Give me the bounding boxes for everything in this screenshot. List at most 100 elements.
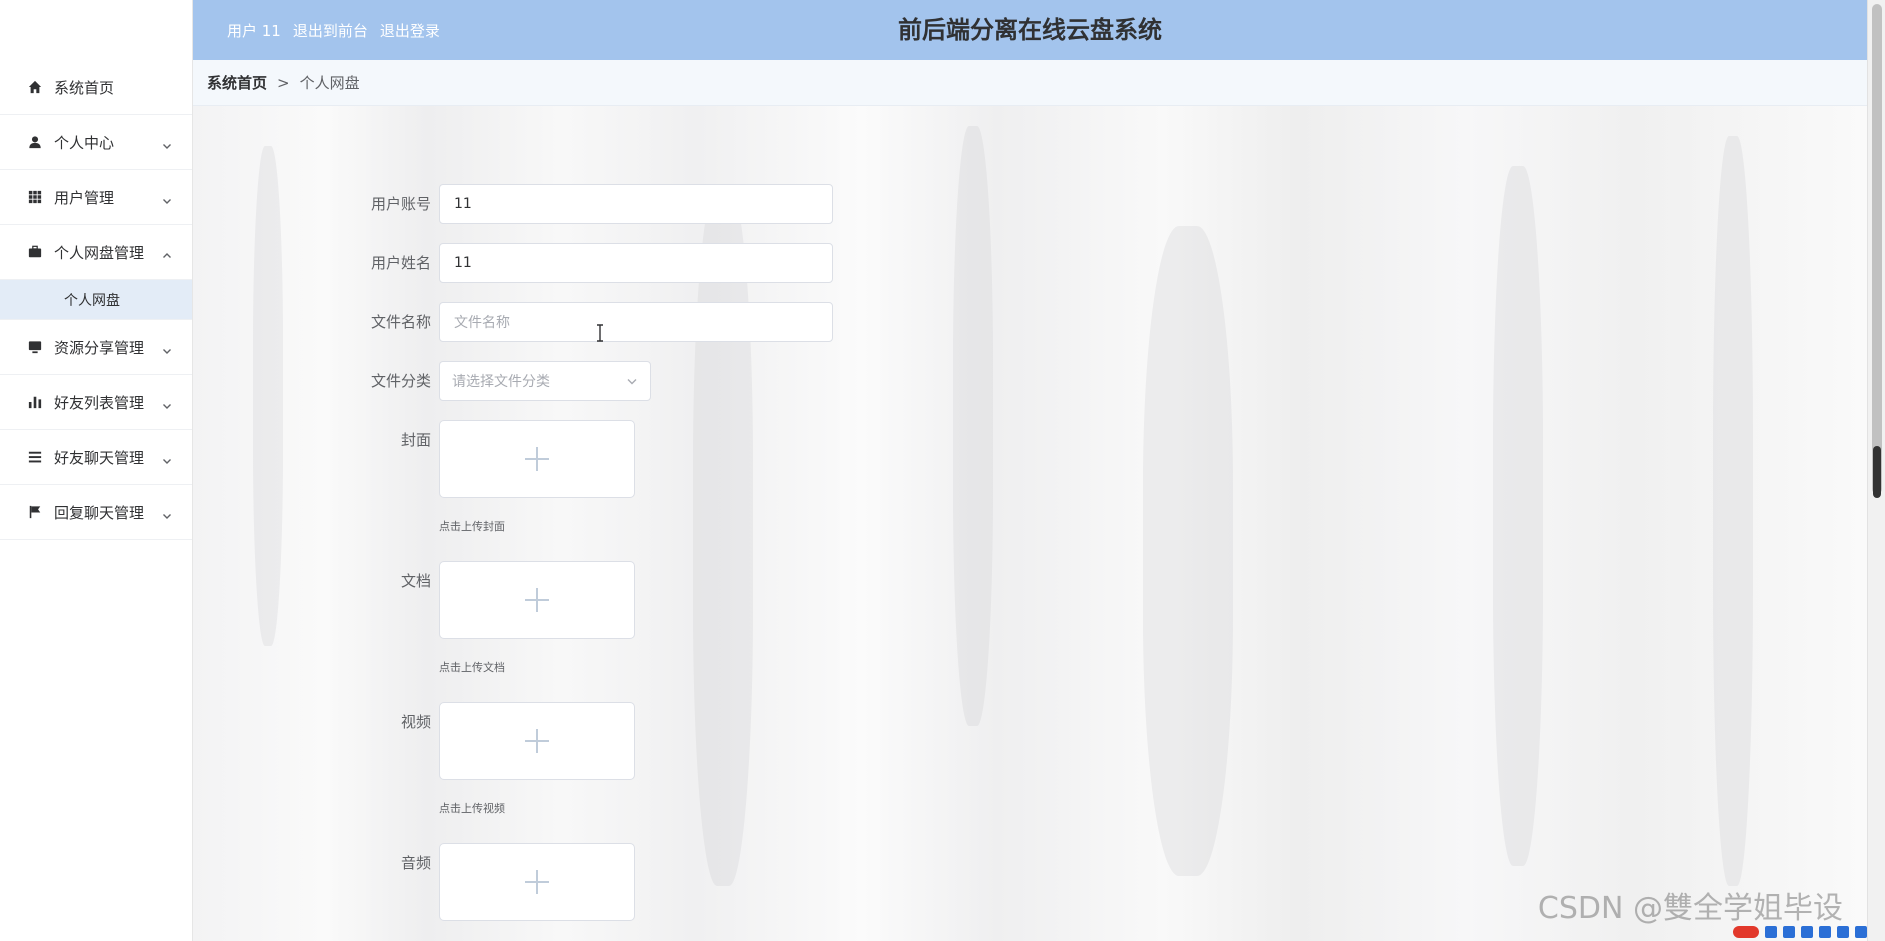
sidebar-item-user-management[interactable]: 用户管理 bbox=[0, 170, 192, 225]
briefcase-icon bbox=[28, 245, 42, 259]
ime-keyboard-icon[interactable] bbox=[1819, 926, 1831, 938]
form-row-filename: 文件名称 文件名称 bbox=[193, 302, 833, 342]
name-label: 用户姓名 bbox=[370, 254, 431, 272]
background-texture bbox=[1493, 166, 1543, 866]
name-input[interactable]: 11 bbox=[439, 243, 833, 283]
audio-upload-button[interactable] bbox=[439, 843, 635, 921]
sidebar-item-home[interactable]: 系统首页 bbox=[0, 60, 192, 115]
scrollbar-marker bbox=[1873, 446, 1881, 498]
sidebar-item-label: 资源分享管理 bbox=[54, 338, 145, 357]
background-texture bbox=[953, 126, 993, 726]
audio-upload bbox=[439, 843, 635, 921]
breadcrumb-home[interactable]: 系统首页 bbox=[207, 72, 267, 93]
cover-label: 封面 bbox=[400, 431, 431, 449]
sidebar-item-label: 用户管理 bbox=[54, 188, 115, 207]
form-row-name: 用户姓名 11 bbox=[193, 243, 833, 283]
chevron-down-icon bbox=[162, 137, 172, 149]
form-row-cover: 封面 点击上传封面 bbox=[193, 420, 635, 534]
breadcrumb-current: 个人网盘 bbox=[299, 74, 360, 92]
form-row-audio: 音频 bbox=[193, 843, 635, 921]
ime-mic-icon[interactable] bbox=[1801, 926, 1813, 938]
ime-skin-icon[interactable] bbox=[1837, 926, 1849, 938]
cover-upload-button[interactable] bbox=[439, 420, 635, 498]
list-icon bbox=[28, 450, 42, 464]
document-label: 文档 bbox=[400, 572, 431, 590]
logout-link[interactable]: 退出登录 bbox=[380, 20, 440, 41]
grid-icon bbox=[28, 190, 42, 204]
chevron-up-icon bbox=[162, 247, 172, 258]
chevron-down-icon bbox=[162, 192, 172, 204]
sidebar-menu: 系统首页 个人中心 用户管理 个人网盘管理 个人网盘 资源分享管理 好友列表管理 bbox=[0, 60, 192, 540]
sidebar-item-personal-center[interactable]: 个人中心 bbox=[0, 115, 192, 170]
sidebar-item-label: 好友聊天管理 bbox=[54, 448, 145, 467]
scrollbar-thumb[interactable] bbox=[1872, 4, 1882, 494]
form-row-account: 用户账号 11 bbox=[193, 184, 833, 224]
sidebar-item-friend-list[interactable]: 好友列表管理 bbox=[0, 375, 192, 430]
app-title: 前后端分离在线云盘系统 bbox=[898, 16, 1162, 44]
ime-menu-icon[interactable] bbox=[1855, 926, 1867, 938]
current-user-label: 用户 11 bbox=[227, 21, 281, 40]
plus-icon bbox=[525, 870, 549, 894]
sidebar-item-label: 个人网盘管理 bbox=[54, 243, 145, 262]
bar-chart-icon bbox=[28, 395, 42, 409]
sidebar-item-label: 好友列表管理 bbox=[54, 393, 145, 412]
monitor-icon bbox=[28, 340, 42, 354]
category-select[interactable]: 请选择文件分类 bbox=[439, 361, 651, 401]
audio-label: 音频 bbox=[400, 854, 431, 872]
account-label: 用户账号 bbox=[370, 195, 431, 213]
form-row-category: 文件分类 请选择文件分类 bbox=[193, 361, 651, 401]
chevron-down-icon bbox=[162, 507, 172, 519]
user-icon bbox=[28, 135, 42, 149]
category-label: 文件分类 bbox=[370, 372, 431, 390]
ime-mode-icon[interactable] bbox=[1765, 926, 1777, 938]
chevron-down-icon bbox=[162, 397, 172, 409]
flag-icon bbox=[28, 505, 42, 519]
form-row-video: 视频 点击上传视频 bbox=[193, 702, 635, 816]
sidebar-item-friend-chat[interactable]: 好友聊天管理 bbox=[0, 430, 192, 485]
filename-label: 文件名称 bbox=[370, 313, 431, 331]
sidebar-item-disk-management[interactable]: 个人网盘管理 bbox=[0, 225, 192, 280]
background-texture bbox=[1143, 226, 1233, 876]
watermark: CSDN @雙全学姐毕设 bbox=[1537, 891, 1843, 926]
ime-logo-icon bbox=[1733, 926, 1759, 938]
form-row-document: 文档 点击上传文档 bbox=[193, 561, 635, 675]
document-upload-tip: 点击上传文档 bbox=[439, 661, 505, 674]
top-header: 用户 11 退出到前台 退出登录 前后端分离在线云盘系统 bbox=[193, 0, 1867, 60]
background-texture bbox=[1713, 136, 1753, 886]
sidebar-item-reply-chat[interactable]: 回复聊天管理 bbox=[0, 485, 192, 540]
sidebar-item-label: 个人中心 bbox=[54, 133, 115, 152]
video-upload: 点击上传视频 bbox=[439, 702, 635, 816]
sidebar: 系统首页 个人中心 用户管理 个人网盘管理 个人网盘 资源分享管理 好友列表管理 bbox=[0, 0, 193, 941]
video-upload-button[interactable] bbox=[439, 702, 635, 780]
exit-to-frontend-link[interactable]: 退出到前台 bbox=[293, 20, 368, 41]
sidebar-subitem-personal-disk[interactable]: 个人网盘 bbox=[0, 280, 192, 320]
category-select-placeholder: 请选择文件分类 bbox=[452, 374, 550, 390]
text-cursor-icon bbox=[596, 324, 604, 342]
header-links: 用户 11 退出到前台 退出登录 bbox=[227, 0, 440, 60]
plus-icon bbox=[525, 588, 549, 612]
plus-icon bbox=[525, 447, 549, 471]
video-upload-tip: 点击上传视频 bbox=[439, 802, 505, 815]
cover-upload: 点击上传封面 bbox=[439, 420, 635, 534]
sidebar-item-label: 系统首页 bbox=[54, 78, 115, 97]
video-label: 视频 bbox=[400, 713, 431, 731]
chevron-down-icon bbox=[162, 452, 172, 464]
sidebar-item-resource-share[interactable]: 资源分享管理 bbox=[0, 320, 192, 375]
filename-input[interactable]: 文件名称 bbox=[439, 302, 833, 342]
cover-upload-tip: 点击上传封面 bbox=[439, 520, 505, 533]
breadcrumb-separator: > bbox=[277, 73, 290, 92]
ime-punct-icon[interactable] bbox=[1783, 926, 1795, 938]
ime-toolbar bbox=[1733, 923, 1867, 941]
document-upload-button[interactable] bbox=[439, 561, 635, 639]
chevron-down-icon bbox=[626, 375, 638, 387]
background-texture bbox=[693, 186, 753, 886]
sidebar-item-label: 回复聊天管理 bbox=[54, 503, 145, 522]
chevron-down-icon bbox=[162, 342, 172, 354]
account-input[interactable]: 11 bbox=[439, 184, 833, 224]
breadcrumb: 系统首页 > 个人网盘 bbox=[193, 60, 1867, 106]
main-content: 用户账号 11 用户姓名 11 文件名称 文件名称 文件分类 请选择文件分类 封… bbox=[193, 106, 1867, 941]
page-scrollbar[interactable] bbox=[1867, 0, 1885, 941]
plus-icon bbox=[525, 729, 549, 753]
document-upload: 点击上传文档 bbox=[439, 561, 635, 675]
home-icon bbox=[28, 80, 42, 94]
